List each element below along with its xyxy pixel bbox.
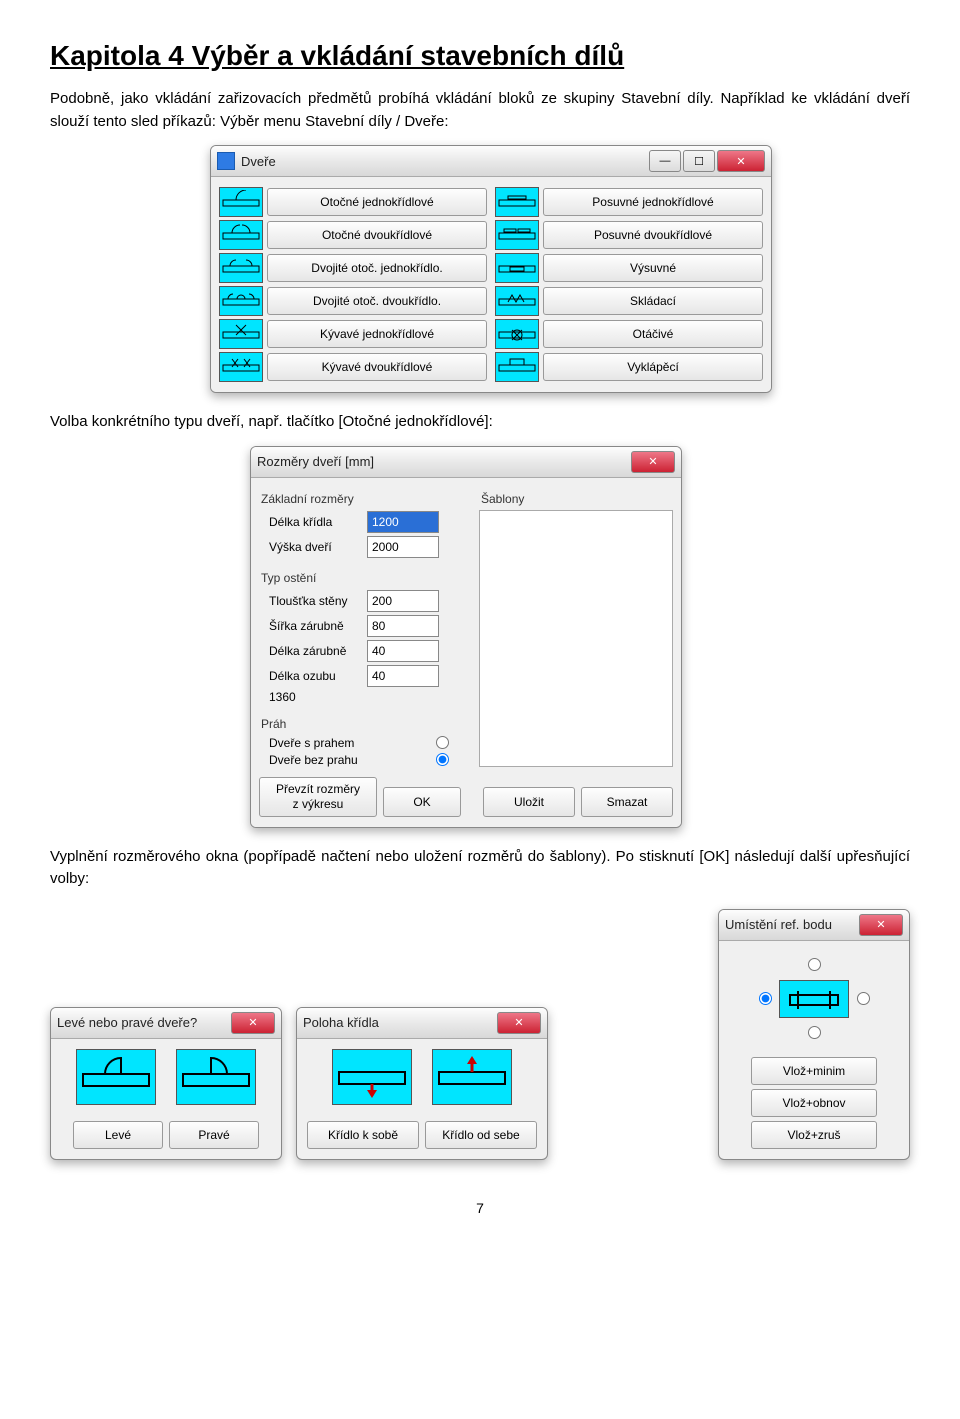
rozmery-titlebar: Rozměry dveří [mm] ✕: [251, 447, 681, 478]
leve-symbol-icon: [76, 1049, 156, 1105]
dvere-left-column: Otočné jednokřídlové Otočné dvoukřídlové…: [219, 187, 487, 382]
rozmery-title: Rozměry dveří [mm]: [257, 454, 631, 469]
ref-top-radio[interactable]: [808, 958, 821, 971]
poloha-title: Poloha křídla: [303, 1015, 497, 1030]
close-button[interactable]: ✕: [859, 914, 903, 936]
vyska-dveri-input[interactable]: [367, 536, 439, 558]
door-symbol-icon: [219, 352, 263, 382]
dvere-title: Dveře: [241, 154, 649, 169]
ref-bottom-radio[interactable]: [808, 1026, 821, 1039]
minimize-button[interactable]: —: [649, 150, 681, 172]
refbod-titlebar: Umístění ref. bodu ✕: [719, 910, 909, 941]
vyklapeci-button[interactable]: Vyklápěcí: [543, 353, 763, 381]
door-symbol-icon: [495, 187, 539, 217]
door-symbol-icon: [219, 253, 263, 283]
vloz-obnov-button[interactable]: Vlož+obnov: [751, 1089, 877, 1117]
leve-button[interactable]: Levé: [73, 1121, 163, 1149]
refbod-title: Umístění ref. bodu: [725, 917, 859, 932]
delka-ozubu-input[interactable]: [367, 665, 439, 687]
ref-center-icon: [779, 980, 849, 1018]
door-symbol-icon: [219, 319, 263, 349]
posuvne-dvoukridlove-button[interactable]: Posuvné dvoukřídlové: [543, 221, 763, 249]
sablony-label: Šablony: [481, 492, 673, 506]
door-symbol-icon: [219, 286, 263, 316]
tloustka-steny-input[interactable]: [367, 590, 439, 612]
k-sobe-symbol-icon: [332, 1049, 412, 1105]
poloha-titlebar: Poloha křídla ✕: [297, 1008, 547, 1039]
skladaci-button[interactable]: Skládací: [543, 287, 763, 315]
prave-button[interactable]: Pravé: [169, 1121, 259, 1149]
prevzit-button[interactable]: Převzít rozměry z výkresu: [259, 777, 377, 817]
od-sebe-symbol-icon: [432, 1049, 512, 1105]
page-number: 7: [50, 1200, 910, 1216]
door-symbol-icon: [495, 352, 539, 382]
smazat-button[interactable]: Smazat: [581, 787, 673, 817]
delka-ozubu-label: Délka ozubu: [269, 669, 361, 683]
rozmery-window: Rozměry dveří [mm] ✕ Základní rozměry Dé…: [250, 446, 682, 828]
delka-kridla-label: Délka křídla: [269, 515, 361, 529]
bez-prahu-label: Dveře bez prahu: [269, 753, 358, 767]
s-prahem-radio[interactable]: [436, 736, 449, 749]
close-button[interactable]: ✕: [231, 1012, 275, 1034]
door-symbol-icon: [495, 286, 539, 316]
otocne-dvoukridlove-button[interactable]: Otočné dvoukřídlové: [267, 221, 487, 249]
close-button[interactable]: ✕: [717, 150, 765, 172]
group-osteni-label: Typ ostění: [261, 571, 469, 585]
vyska-dveri-label: Výška dveří: [269, 540, 361, 554]
sirka-zarubne-label: Šířka zárubně: [269, 619, 361, 633]
poloha-window: Poloha křídla ✕ Křídlo k sobě Křídlo od …: [296, 1007, 548, 1160]
posuvne-jednokridlove-button[interactable]: Posuvné jednokřídlové: [543, 188, 763, 216]
dvere-window: Dveře — ☐ ✕ Otočné jednokřídlové Otočné …: [210, 145, 772, 393]
dvojite-jednokridlo-button[interactable]: Dvojité otoč. jednokřídlo.: [267, 254, 487, 282]
door-symbol-icon: [495, 220, 539, 250]
ref-right-radio[interactable]: [857, 992, 870, 1005]
prave-symbol-icon: [176, 1049, 256, 1105]
otocne-jednokridlove-button[interactable]: Otočné jednokřídlové: [267, 188, 487, 216]
dvere-right-column: Posuvné jednokřídlové Posuvné dvoukřídlo…: [495, 187, 763, 382]
kridlo-k-sobe-button[interactable]: Křídlo k sobě: [307, 1121, 419, 1149]
ok-button[interactable]: OK: [383, 787, 461, 817]
group-prah-label: Práh: [261, 717, 469, 731]
maximize-button[interactable]: ☐: [683, 150, 715, 172]
door-symbol-icon: [495, 319, 539, 349]
sablony-listbox[interactable]: [479, 510, 673, 767]
vysuvne-button[interactable]: Výsuvné: [543, 254, 763, 282]
kridlo-od-sebe-button[interactable]: Křídlo od sebe: [425, 1121, 537, 1149]
kyvave-dvoukridlove-button[interactable]: Kývavé dvoukřídlové: [267, 353, 487, 381]
close-button[interactable]: ✕: [631, 451, 675, 473]
ulozit-button[interactable]: Uložit: [483, 787, 575, 817]
refbod-window: Umístění ref. bodu ✕ Vlož+minim Vlož+obn…: [718, 909, 910, 1160]
delka-kridla-input[interactable]: [367, 511, 439, 533]
app-icon: [217, 152, 235, 170]
door-symbol-icon: [219, 220, 263, 250]
s-prahem-label: Dveře s prahem: [269, 736, 354, 750]
dvere-titlebar: Dveře — ☐ ✕: [211, 146, 771, 177]
vloz-minim-button[interactable]: Vlož+minim: [751, 1057, 877, 1085]
paragraph-1: Podobně, jako vkládání zařizovacích před…: [50, 88, 910, 133]
paragraph-2: Volba konkrétního typu dveří, např. tlač…: [50, 411, 910, 434]
otacive-button[interactable]: Otáčivé: [543, 320, 763, 348]
bez-prahu-radio[interactable]: [436, 753, 449, 766]
group-basic-label: Základní rozměry: [261, 492, 469, 506]
paragraph-3: Vyplnění rozměrového okna (popřípadě nač…: [50, 846, 910, 891]
sirka-zarubne-input[interactable]: [367, 615, 439, 637]
computed-value: 1360: [269, 690, 361, 704]
delka-zarubne-input[interactable]: [367, 640, 439, 662]
ref-point-grid: [729, 955, 899, 1043]
leve-prave-title: Levé nebo pravé dveře?: [57, 1015, 231, 1030]
delka-zarubne-label: Délka zárubně: [269, 644, 361, 658]
kyvave-jednokridlove-button[interactable]: Kývavé jednokřídlové: [267, 320, 487, 348]
vloz-zrus-button[interactable]: Vlož+zruš: [751, 1121, 877, 1149]
page-heading: Kapitola 4 Výběr a vkládání stavebních d…: [50, 40, 910, 72]
door-symbol-icon: [495, 253, 539, 283]
leve-prave-titlebar: Levé nebo pravé dveře? ✕: [51, 1008, 281, 1039]
close-button[interactable]: ✕: [497, 1012, 541, 1034]
ref-left-radio[interactable]: [759, 992, 772, 1005]
dvojite-dvoukridlo-button[interactable]: Dvojité otoč. dvoukřídlo.: [267, 287, 487, 315]
leve-prave-window: Levé nebo pravé dveře? ✕ Levé Pravé: [50, 1007, 282, 1160]
tloustka-steny-label: Tloušťka stěny: [269, 594, 361, 608]
door-symbol-icon: [219, 187, 263, 217]
